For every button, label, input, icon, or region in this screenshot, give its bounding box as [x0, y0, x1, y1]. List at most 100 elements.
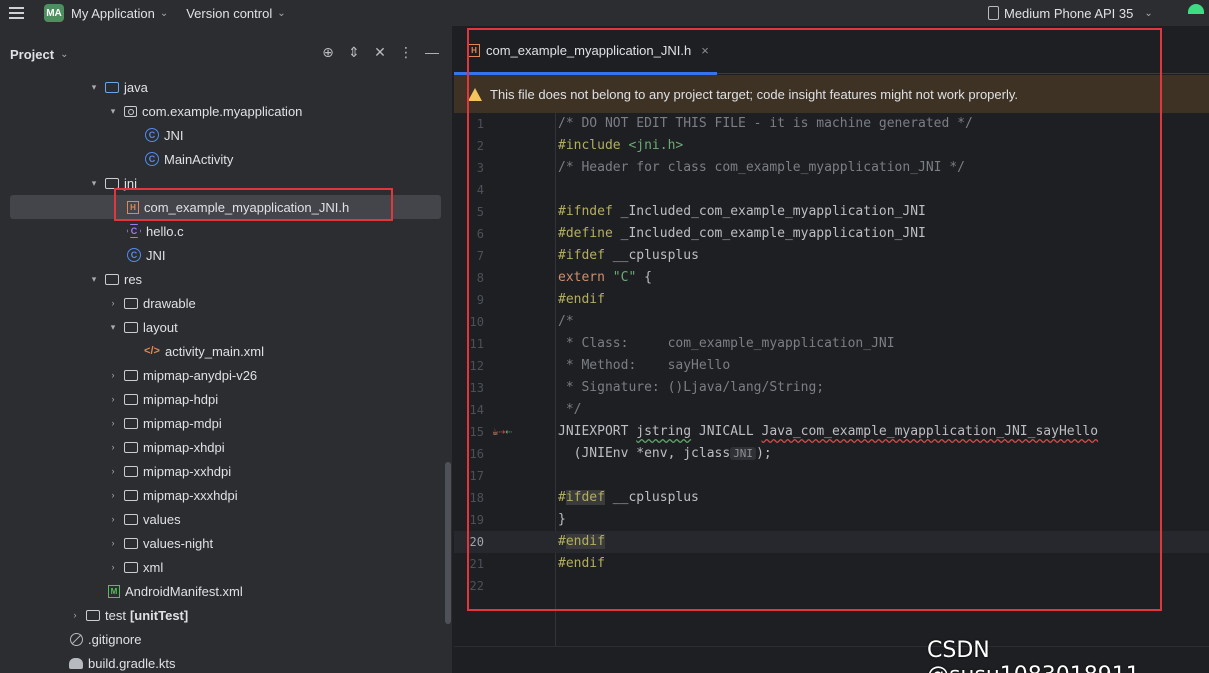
- chevron-right-icon[interactable]: ›: [107, 418, 119, 428]
- chevron-right-icon[interactable]: ›: [107, 538, 119, 548]
- tree-item-jni-class-2[interactable]: C JNI: [127, 243, 166, 267]
- tree-item-mipmap-anydpi[interactable]: › mipmap-anydpi-v26: [107, 363, 258, 387]
- code-line: 19}: [454, 509, 1209, 531]
- class-icon: C: [127, 248, 141, 262]
- tree-item-label: mipmap-xxxhdpi: [143, 487, 238, 503]
- main-menu-icon[interactable]: [0, 0, 32, 26]
- code-token: _Included_com_example_myapplication_JNI: [620, 204, 926, 219]
- chevron-right-icon[interactable]: ›: [107, 562, 119, 572]
- chevron-right-icon[interactable]: ›: [107, 466, 119, 476]
- navigate-arrow-icon[interactable]: ⇠: [505, 425, 512, 438]
- code-text: #endif: [558, 556, 605, 571]
- line-number: 11: [469, 337, 484, 351]
- tree-item-label: java: [124, 79, 148, 95]
- code-line: 2 #include <jni.h>: [454, 135, 1209, 157]
- code-line: 3 /* Header for class com_example_myappli…: [454, 157, 1209, 179]
- tree-item-hello-c[interactable]: C hello.c: [127, 219, 184, 243]
- line-number: 15: [469, 425, 484, 439]
- tree-item-activity-main[interactable]: </> activity_main.xml: [144, 339, 264, 363]
- close-icon[interactable]: ×: [701, 43, 709, 58]
- tree-item-mipmap-xhdpi[interactable]: › mipmap-xhdpi: [107, 435, 225, 459]
- code-token: (JNIEnv *env, jclass: [558, 446, 731, 461]
- chevron-right-icon[interactable]: ›: [107, 370, 119, 380]
- tree-item-header-file[interactable]: H com_example_myapplication_JNI.h: [10, 195, 441, 219]
- editor-tab-jni-header[interactable]: H com_example_myapplication_JNI.h ×: [454, 26, 717, 75]
- tree-item-mainactivity[interactable]: C MainActivity: [145, 147, 233, 171]
- jni-cup-icon[interactable]: ☕: [492, 425, 499, 438]
- code-line: 1 /* DO NOT EDIT THIS FILE - it is machin…: [454, 113, 1209, 135]
- chevron-down-icon[interactable]: ⌄: [60, 49, 68, 60]
- tree-item-mipmap-xxhdpi[interactable]: › mipmap-xxhdpi: [107, 459, 232, 483]
- hide-panel-icon[interactable]: —: [424, 44, 440, 61]
- chevron-right-icon[interactable]: ›: [107, 490, 119, 500]
- tree-item-layout[interactable]: ▾ layout: [107, 315, 178, 339]
- tree-item-xml[interactable]: › xml: [107, 555, 164, 579]
- tree-item-label: mipmap-xhdpi: [143, 439, 225, 455]
- tree-item-drawable[interactable]: › drawable: [107, 291, 196, 315]
- chevron-right-icon[interactable]: ›: [107, 298, 119, 308]
- chevron-right-icon[interactable]: ›: [107, 514, 119, 524]
- chevron-down-icon[interactable]: ▾: [88, 178, 100, 189]
- locate-file-icon[interactable]: ⊕: [320, 44, 336, 61]
- code-editor[interactable]: 1 /* DO NOT EDIT THIS FILE - it is machin…: [454, 113, 1209, 633]
- tree-item-mipmap-xxxhdpi[interactable]: › mipmap-xxxhdpi: [107, 483, 238, 507]
- collapse-all-icon[interactable]: ✕: [372, 44, 388, 61]
- class-icon: C: [145, 128, 159, 142]
- android-icon[interactable]: [1188, 4, 1204, 14]
- code-line: 5 #ifndef _Included_com_example_myapplica…: [454, 201, 1209, 223]
- expand-all-icon[interactable]: ⇕: [346, 44, 362, 61]
- tree-item-build-gradle[interactable]: build.gradle.kts: [69, 651, 175, 673]
- code-token: JNIEXPORT: [558, 424, 637, 439]
- line-number: 4: [476, 183, 484, 197]
- project-selector[interactable]: My Application ⌄: [71, 6, 168, 21]
- tree-item-values[interactable]: › values: [107, 507, 181, 531]
- chevron-down-icon[interactable]: ▾: [107, 106, 119, 117]
- folder-icon: [124, 369, 138, 381]
- code-line: 4: [454, 179, 1209, 201]
- tree-item-gitignore[interactable]: .gitignore: [70, 627, 141, 651]
- tree-item-package[interactable]: ▾ com.example.myapplication: [107, 99, 303, 123]
- code-token: #include: [558, 138, 629, 153]
- line-number: 12: [469, 359, 484, 373]
- tree-item-jni-class[interactable]: C JNI: [145, 123, 184, 147]
- tree-item-values-night[interactable]: › values-night: [107, 531, 214, 555]
- tree-item-java[interactable]: ▾ java: [88, 75, 148, 99]
- folder-icon: [86, 609, 100, 621]
- options-icon[interactable]: ⋮: [398, 44, 414, 61]
- tree-item-label: JNI: [164, 127, 184, 143]
- project-tree-scrollbar[interactable]: [445, 462, 451, 624]
- gradle-icon: [69, 657, 83, 669]
- device-selector[interactable]: Medium Phone API 35 ⌄: [988, 0, 1153, 26]
- tree-item-label: test: [105, 607, 126, 623]
- folder-icon: [124, 561, 138, 573]
- tree-item-mipmap-mdpi[interactable]: › mipmap-mdpi: [107, 411, 222, 435]
- tree-item-res[interactable]: ▾ res: [88, 267, 142, 291]
- chevron-right-icon[interactable]: ›: [107, 394, 119, 404]
- folder-icon: [124, 513, 138, 525]
- code-text: /*: [558, 314, 574, 329]
- inlay-hint: JNI: [730, 447, 757, 460]
- chevron-right-icon[interactable]: ›: [107, 442, 119, 452]
- chevron-down-icon[interactable]: ▾: [88, 82, 100, 93]
- code-token: __cplusplus: [612, 248, 699, 263]
- version-control-menu[interactable]: Version control ⌄: [186, 6, 285, 21]
- project-view-title[interactable]: Project: [10, 47, 54, 62]
- tree-item-jni-folder[interactable]: ▾ jni: [88, 171, 137, 195]
- class-icon: C: [145, 152, 159, 166]
- tree-item-manifest[interactable]: M AndroidManifest.xml: [108, 579, 243, 603]
- chevron-down-icon[interactable]: ▾: [88, 274, 100, 285]
- line-number: 13: [469, 381, 484, 395]
- tree-item-suffix: [unitTest]: [129, 607, 189, 623]
- chevron-down-icon[interactable]: ▾: [107, 322, 119, 333]
- folder-icon: [124, 441, 138, 453]
- chevron-down-icon: ⌄: [159, 7, 169, 19]
- gutter-navigation-icons[interactable]: ☕⇢⇠: [492, 421, 512, 443]
- phone-icon: [988, 6, 999, 20]
- code-token: #ifndef: [558, 204, 621, 219]
- tree-item-test[interactable]: › test [unitTest]: [69, 603, 189, 627]
- line-number: 10: [469, 315, 484, 329]
- tree-item-mipmap-hdpi[interactable]: › mipmap-hdpi: [107, 387, 219, 411]
- tree-item-label: JNI: [146, 247, 166, 263]
- line-number: 17: [469, 469, 484, 483]
- chevron-right-icon[interactable]: ›: [69, 610, 81, 620]
